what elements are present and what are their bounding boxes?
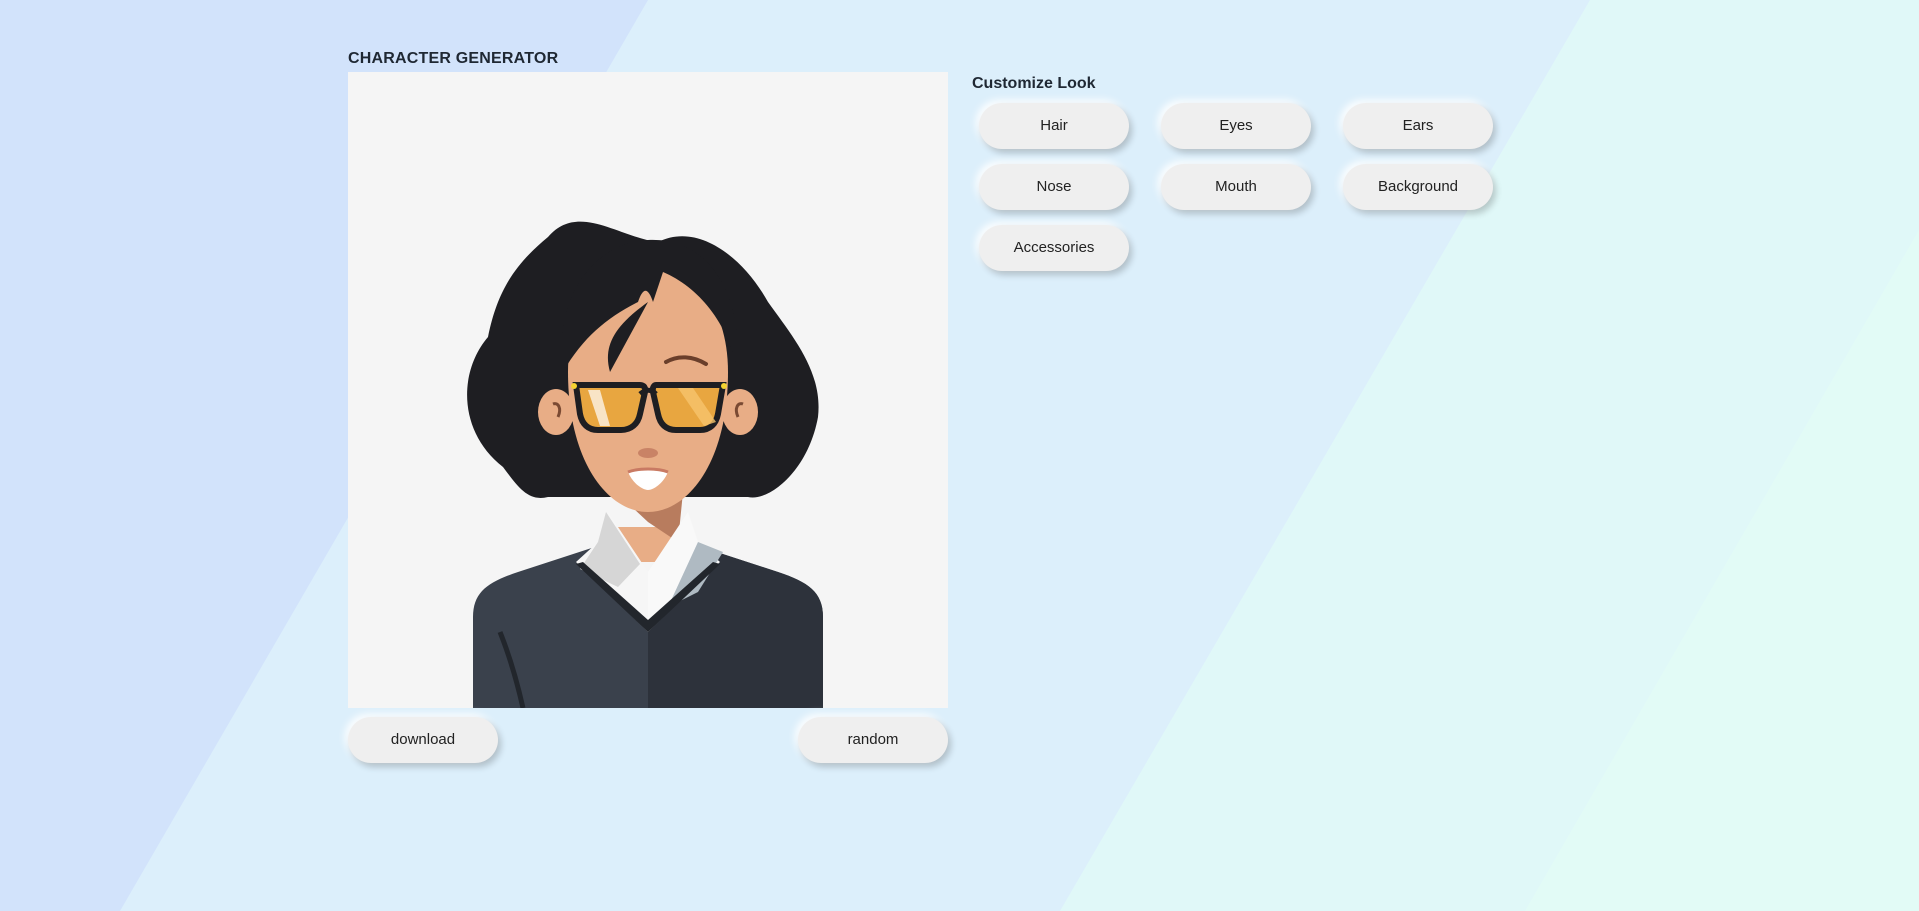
random-button[interactable]: random <box>798 717 948 763</box>
page-background <box>0 0 1919 911</box>
download-button[interactable]: download <box>348 717 498 763</box>
nose <box>638 448 658 458</box>
option-background-button[interactable]: Background <box>1343 164 1493 210</box>
customize-title: Customize Look <box>972 75 1096 92</box>
app-title: CHARACTER GENERATOR <box>348 50 559 67</box>
option-hair-button[interactable]: Hair <box>979 103 1129 149</box>
character-preview <box>348 72 948 708</box>
option-accessories-button[interactable]: Accessories <box>979 225 1129 271</box>
option-eyes-button[interactable]: Eyes <box>1161 103 1311 149</box>
character-illustration <box>348 72 948 708</box>
option-mouth-button[interactable]: Mouth <box>1161 164 1311 210</box>
option-nose-button[interactable]: Nose <box>979 164 1129 210</box>
option-ears-button[interactable]: Ears <box>1343 103 1493 149</box>
left-ear <box>538 389 574 435</box>
right-ear <box>722 389 758 435</box>
